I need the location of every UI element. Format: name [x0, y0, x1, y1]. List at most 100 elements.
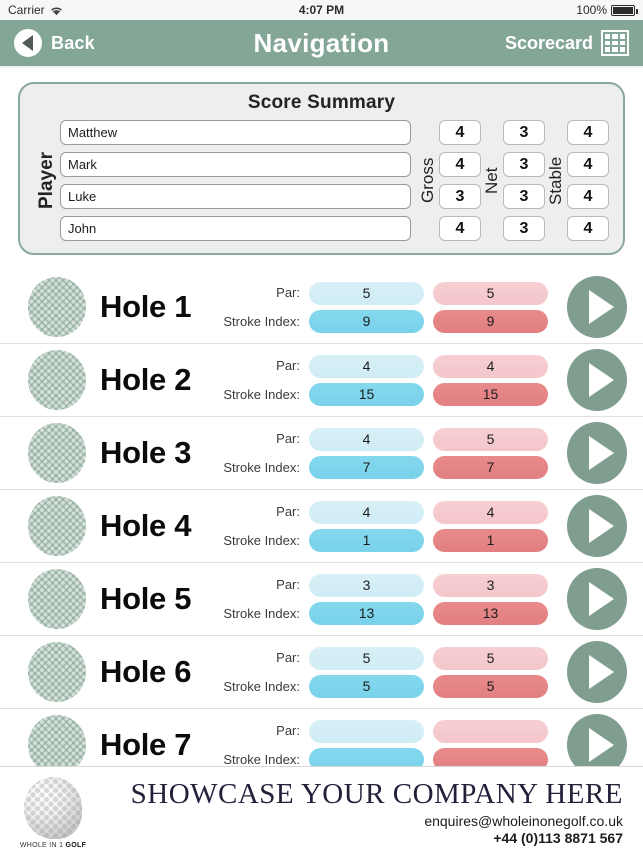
player-name-input[interactable]: John: [60, 216, 411, 241]
blue-tee-column: 47: [309, 427, 424, 479]
summary-row: John: [60, 216, 417, 241]
blue-par-pill: 4: [309, 354, 424, 378]
net-score-column: 3 3 3 3: [503, 120, 545, 241]
red-stroke-index-pill: 5: [433, 674, 548, 698]
gross-column-label: Gross: [418, 157, 437, 204]
stable-column-label: Stable: [546, 156, 565, 205]
play-arrow-icon: [588, 582, 614, 616]
wholeinonegolf-logo: WHOLE IN 1 GOLF: [14, 776, 92, 849]
hole-play-button[interactable]: [567, 422, 627, 484]
blue-par-pill: 4: [309, 500, 424, 524]
hole-stats: Par: Stroke Index: 5 5 5 5: [223, 641, 627, 703]
net-score-box[interactable]: 3: [503, 152, 545, 177]
sponsor-footer: WHOLE IN 1 GOLF SHOWCASE YOUR COMPANY HE…: [0, 766, 643, 858]
hole-play-button[interactable]: [567, 568, 627, 630]
player-name-input[interactable]: Luke: [60, 184, 411, 209]
par-label: Par:: [276, 722, 300, 738]
par-label: Par:: [276, 649, 300, 665]
logo-caption: WHOLE IN 1 GOLF: [20, 842, 86, 849]
promo-email[interactable]: enquires@wholeinonegolf.co.uk: [92, 813, 623, 829]
hole-stat-labels: Par: Stroke Index:: [223, 647, 300, 698]
scorecard-button[interactable]: Scorecard: [505, 30, 629, 56]
red-par-pill: [433, 719, 548, 743]
play-arrow-icon: [588, 363, 614, 397]
gross-score-box[interactable]: 3: [439, 184, 481, 209]
hole-name-label: Hole 5: [100, 581, 192, 616]
blue-tee-column: 55: [309, 646, 424, 698]
play-arrow-icon: [588, 728, 614, 762]
blue-par-pill: [309, 719, 424, 743]
red-par-pill: 5: [433, 646, 548, 670]
hole-row[interactable]: Hole 3 Par: Stroke Index: 4 7 5 7: [0, 417, 643, 490]
golf-ball-icon: [28, 496, 86, 556]
red-tee-column: 57: [433, 427, 548, 479]
hole-name-label: Hole 6: [100, 654, 192, 689]
hole-play-button[interactable]: [567, 276, 627, 338]
player-name-column: Matthew Mark Luke John: [60, 120, 417, 241]
sponsor-promo[interactable]: SHOWCASE YOUR COMPANY HERE enquires@whol…: [92, 779, 629, 846]
stable-score-box[interactable]: 4: [567, 184, 609, 209]
net-score-box[interactable]: 3: [503, 184, 545, 209]
status-bar: Carrier 4:07 PM 100%: [0, 0, 643, 20]
hole-row[interactable]: Hole 4 Par: Stroke Index: 4 1 4 1: [0, 490, 643, 563]
hole-play-button[interactable]: [567, 349, 627, 411]
hole-row[interactable]: Hole 2 Par: Stroke Index: 4 15 4 15: [0, 344, 643, 417]
stable-score-box[interactable]: 4: [567, 216, 609, 241]
gross-score-box[interactable]: 4: [439, 120, 481, 145]
scorecard-button-label: Scorecard: [504, 32, 593, 53]
play-arrow-icon: [588, 290, 614, 324]
blue-par-pill: 4: [309, 427, 424, 451]
logo-caption-part2: GOLF: [65, 841, 87, 849]
stable-score-box[interactable]: 4: [567, 152, 609, 177]
back-button-label: Back: [51, 32, 95, 53]
player-name-input[interactable]: Mark: [60, 152, 411, 177]
blue-stroke-index-pill: 13: [309, 601, 424, 625]
hole-stat-labels: Par: Stroke Index:: [223, 501, 300, 552]
par-label: Par:: [276, 576, 300, 592]
hole-name-label: Hole 3: [100, 435, 192, 470]
hole-play-button[interactable]: [567, 641, 627, 703]
par-label: Par:: [276, 503, 300, 519]
red-par-pill: 3: [433, 573, 548, 597]
red-stroke-index-pill: 15: [433, 382, 548, 406]
hole-row[interactable]: Hole 1 Par: Stroke Index: 5 9 5 9: [0, 271, 643, 344]
summary-row: Luke: [60, 184, 417, 209]
red-tee-column: 3 13: [433, 573, 548, 625]
scorecard-grid-icon: [601, 30, 629, 56]
stroke-index-label: Stroke Index:: [223, 532, 300, 548]
hole-play-button[interactable]: [567, 495, 627, 557]
hole-stat-labels: Par: Stroke Index:: [223, 355, 300, 406]
logo-caption-part1: WHOLE IN 1: [19, 841, 66, 849]
score-summary-section: Score Summary Player Matthew Mark Luke J…: [0, 68, 643, 255]
blue-tee-column: 4 15: [309, 354, 424, 406]
player-name-input[interactable]: Matthew: [60, 120, 411, 145]
hole-name-label: Hole 2: [100, 362, 192, 397]
golf-ball-icon: [28, 350, 86, 410]
golf-ball-icon: [28, 277, 86, 337]
hole-list: Hole 1 Par: Stroke Index: 5 9 5 9 Hole 2 Par: Str…: [0, 271, 643, 782]
net-column-label: Net: [482, 167, 501, 194]
battery-icon: [611, 4, 638, 16]
golf-ball-icon: [28, 423, 86, 483]
par-label: Par:: [276, 284, 300, 300]
stroke-index-label: Stroke Index:: [223, 459, 300, 475]
blue-stroke-index-pill: 15: [309, 382, 424, 406]
promo-phone[interactable]: +44 (0)113 8871 567: [92, 830, 623, 846]
hole-stat-labels: Par: Stroke Index:: [223, 574, 300, 625]
hole-row[interactable]: Hole 5 Par: Stroke Index: 3 13 3 13: [0, 563, 643, 636]
stable-score-box[interactable]: 4: [567, 120, 609, 145]
score-summary-panel: Score Summary Player Matthew Mark Luke J…: [18, 82, 625, 255]
stroke-index-label: Stroke Index:: [223, 605, 300, 621]
net-score-box[interactable]: 3: [503, 120, 545, 145]
red-par-pill: 5: [433, 281, 548, 305]
gross-score-box[interactable]: 4: [439, 152, 481, 177]
blue-tee-column: 3 13: [309, 573, 424, 625]
red-tee-column: 41: [433, 500, 548, 552]
red-tee-column: 59: [433, 281, 548, 333]
hole-row[interactable]: Hole 6 Par: Stroke Index: 5 5 5 5: [0, 636, 643, 709]
net-score-box[interactable]: 3: [503, 216, 545, 241]
back-button[interactable]: Back: [14, 29, 95, 57]
gross-score-box[interactable]: 4: [439, 216, 481, 241]
hole-stats: Par: Stroke Index: 3 13 3 13: [223, 568, 627, 630]
red-par-pill: 4: [433, 500, 548, 524]
